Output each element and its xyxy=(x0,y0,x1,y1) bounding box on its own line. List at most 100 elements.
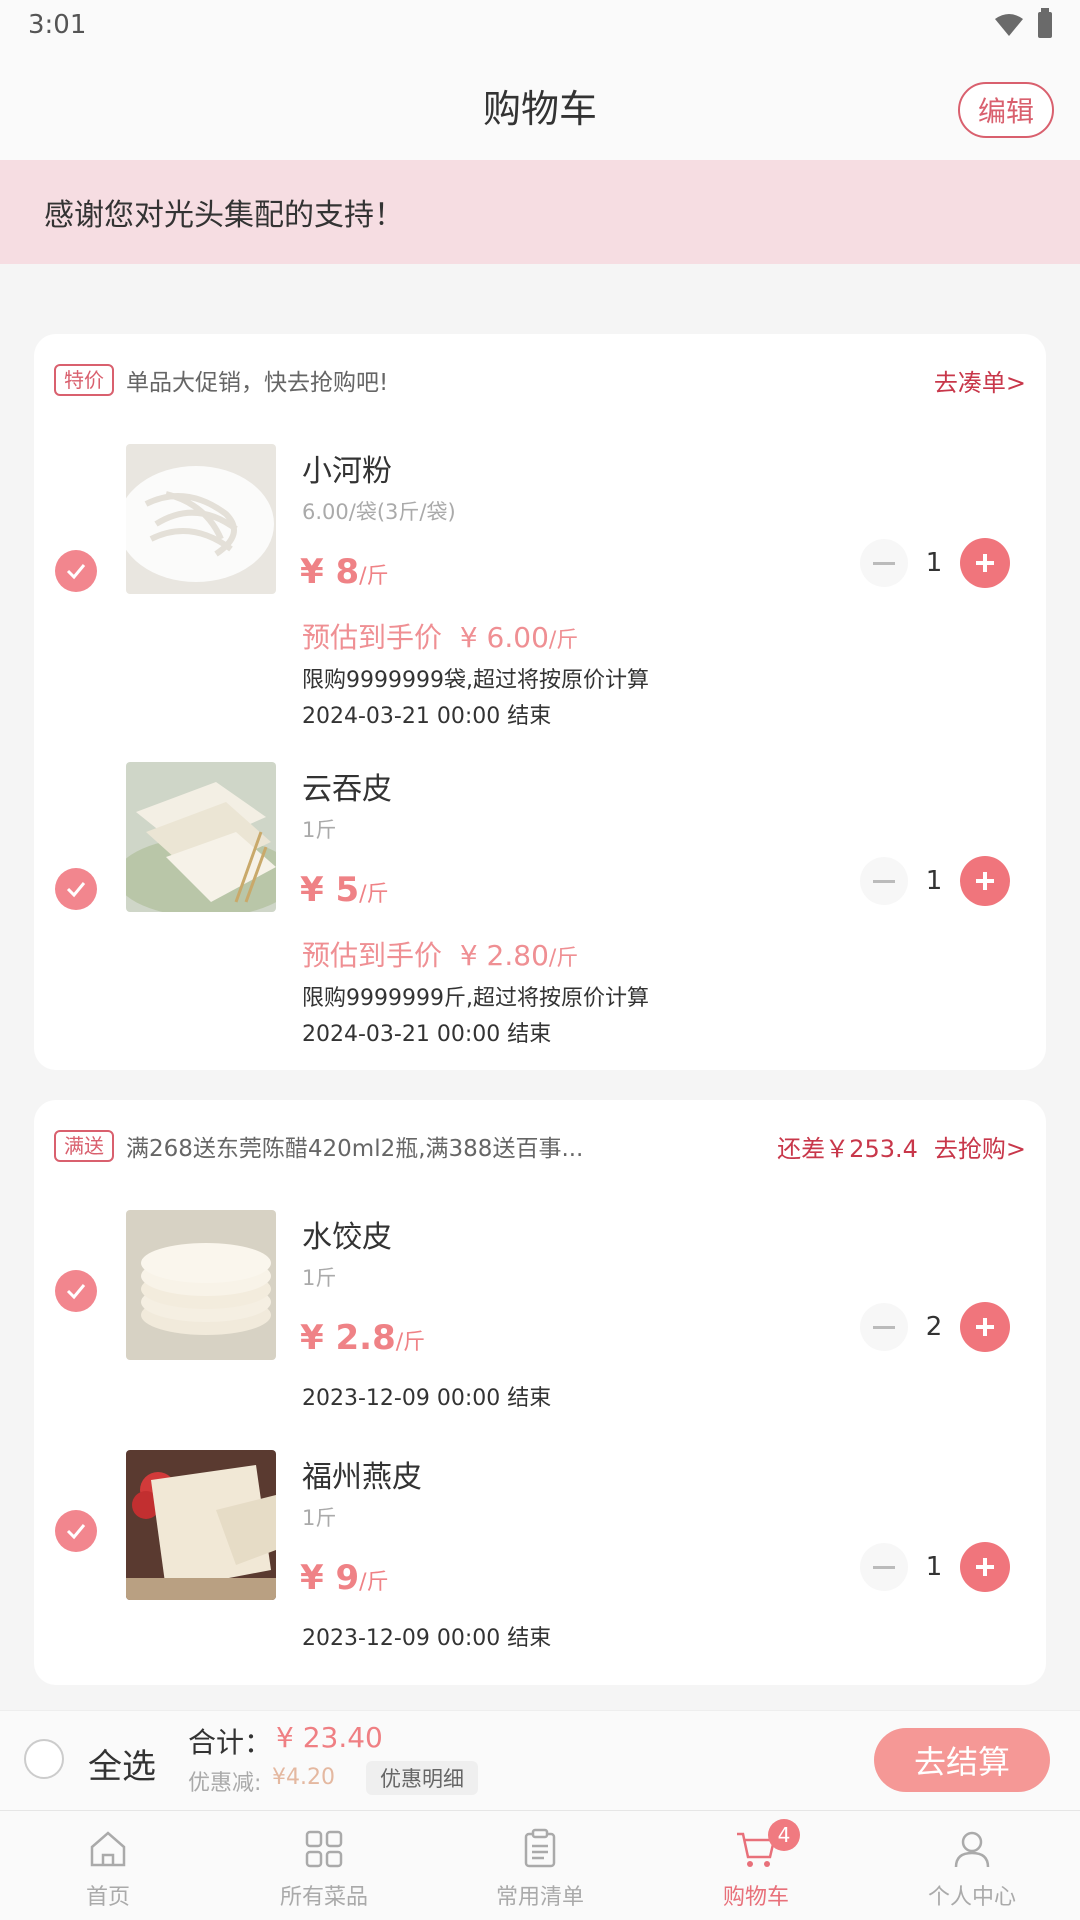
estimated-unit: /斤 xyxy=(548,628,579,653)
decrease-button[interactable] xyxy=(860,539,908,587)
select-all-checkbox[interactable] xyxy=(24,1739,64,1779)
quantity-stepper: 1 xyxy=(860,538,1010,588)
thanks-banner: 感谢您对光头集配的支持！ xyxy=(0,160,1080,264)
tab-home[interactable]: 首页 xyxy=(0,1811,216,1920)
tab-label: 购物车 xyxy=(722,1885,789,1910)
product-spec: 6.00/袋(3斤/袋) xyxy=(302,500,456,524)
increase-button[interactable] xyxy=(960,1302,1010,1352)
product-image[interactable] xyxy=(126,762,276,912)
cart-item: 福州燕皮 1斤 ¥ 9/斤 2023-12-09 00:00 结束 1 xyxy=(34,1450,1046,1670)
discount-value: ¥4.20 xyxy=(272,1765,335,1790)
promo-end-time: 2024-03-21 00:00 结束 xyxy=(302,704,552,729)
product-spec: 1斤 xyxy=(302,1266,337,1290)
check-icon xyxy=(66,882,86,898)
plus-icon xyxy=(976,1558,994,1576)
quantity-value: 1 xyxy=(925,548,943,578)
quantity-stepper: 1 xyxy=(860,856,1010,906)
product-name: 小河粉 xyxy=(302,454,392,489)
tab-all-dishes[interactable]: 所有菜品 xyxy=(216,1811,432,1920)
item-checkbox[interactable] xyxy=(55,868,97,910)
wifi-icon xyxy=(995,14,1023,36)
promo-end-time: 2023-12-09 00:00 结束 xyxy=(302,1386,552,1411)
promo-header: 特价 单品大促销，快去抢购吧! 去凑单> xyxy=(54,362,1026,398)
clipboard-icon xyxy=(524,1828,556,1868)
home-icon xyxy=(90,1831,126,1867)
total-value: ¥ 23.40 xyxy=(276,1721,383,1754)
user-icon xyxy=(954,1831,990,1868)
promo-remaining: 还差￥253.4 xyxy=(777,1134,918,1163)
increase-button[interactable] xyxy=(960,1542,1010,1592)
page-title: 购物车 xyxy=(482,86,597,131)
plus-icon xyxy=(976,872,994,890)
quantity-stepper: 2 xyxy=(860,1302,1010,1352)
plus-icon xyxy=(976,1318,994,1336)
total-label: 合计： xyxy=(188,1726,273,1759)
battery-icon xyxy=(1038,8,1052,38)
item-checkbox[interactable] xyxy=(55,550,97,592)
product-image[interactable] xyxy=(126,444,276,594)
estimated-value: ¥ 6.00 xyxy=(459,621,549,654)
purchase-limit: 限购9999999斤,超过将按原价计算 xyxy=(302,986,649,1011)
decrease-button[interactable] xyxy=(860,1543,908,1591)
cart-count-badge: 4 xyxy=(768,1819,800,1851)
plus-icon xyxy=(976,554,994,572)
promo-link[interactable]: 去抢购> xyxy=(934,1129,1026,1164)
price-unit: /斤 xyxy=(359,564,389,589)
item-checkbox[interactable] xyxy=(55,1510,97,1552)
price-value: ¥ 9 xyxy=(300,1558,360,1598)
increase-button[interactable] xyxy=(960,856,1010,906)
grid-icon xyxy=(305,1830,343,1868)
edit-button[interactable]: 编辑 xyxy=(957,82,1054,138)
quantity-value: 1 xyxy=(925,1552,943,1582)
price-unit: /斤 xyxy=(359,1570,389,1595)
tab-cart[interactable]: 4 购物车 xyxy=(648,1811,864,1920)
product-price: ¥ 5/斤 xyxy=(300,870,389,910)
cart-item: 云吞皮 1斤 ¥ 5/斤 预估到手价 ¥ 2.80/斤 限购9999999斤,超… xyxy=(34,762,1046,1062)
promo-end-time: 2023-12-09 00:00 结束 xyxy=(302,1626,552,1651)
product-spec: 1斤 xyxy=(302,818,337,842)
select-all-label[interactable]: 全选 xyxy=(88,1739,156,1788)
bottom-tab-bar: 首页 所有菜品 常用清单 4 购物车 个人中心 xyxy=(0,1810,1080,1920)
product-name: 福州燕皮 xyxy=(302,1460,422,1495)
estimated-unit: /斤 xyxy=(548,946,579,971)
tab-frequent-list[interactable]: 常用清单 xyxy=(432,1811,648,1920)
product-image[interactable] xyxy=(126,1210,276,1360)
tab-label: 首页 xyxy=(85,1885,130,1910)
estimated-price: 预估到手价 ¥ 6.00/斤 xyxy=(302,616,578,656)
price-value: ¥ 8 xyxy=(300,552,360,592)
status-time: 3:01 xyxy=(28,10,87,40)
estimated-label: 预估到手价 xyxy=(302,621,443,654)
promo-tag: 特价 xyxy=(54,364,114,396)
promo-group-card: 满送 满268送东莞陈醋420ml2瓶,满388送百事... 还差￥253.4 … xyxy=(34,1100,1046,1685)
quantity-value: 1 xyxy=(925,866,943,896)
discount-detail-button[interactable]: 优惠明细 xyxy=(366,1761,478,1795)
quantity-stepper: 1 xyxy=(860,1542,1010,1592)
promo-link[interactable]: 去凑单> xyxy=(934,363,1026,398)
checkout-button[interactable]: 去结算 xyxy=(874,1728,1050,1792)
price-value: ¥ 5 xyxy=(300,870,360,910)
promo-end-time: 2024-03-21 00:00 结束 xyxy=(302,1022,552,1047)
status-bar: 3:01 xyxy=(0,0,1080,50)
product-image[interactable] xyxy=(126,1450,276,1600)
status-icons xyxy=(994,8,1052,38)
decrease-button[interactable] xyxy=(860,1303,908,1351)
product-price: ¥ 9/斤 xyxy=(300,1558,389,1598)
price-value: ¥ 2.8 xyxy=(300,1318,396,1358)
item-checkbox[interactable] xyxy=(55,1270,97,1312)
check-icon xyxy=(66,564,86,580)
check-icon xyxy=(66,1524,86,1540)
tab-profile[interactable]: 个人中心 xyxy=(864,1811,1080,1920)
estimated-value: ¥ 2.80 xyxy=(459,939,549,972)
decrease-button[interactable] xyxy=(860,857,908,905)
product-name: 水饺皮 xyxy=(302,1220,392,1255)
discount-label: 优惠减: xyxy=(188,1771,262,1796)
tab-label: 常用清单 xyxy=(495,1885,584,1910)
page-header: 购物车 编辑 xyxy=(0,50,1080,160)
promo-text: 满268送东莞陈醋420ml2瓶,满388送百事... xyxy=(126,1136,584,1162)
estimated-label: 预估到手价 xyxy=(302,939,443,972)
promo-header: 满送 满268送东莞陈醋420ml2瓶,满388送百事... 还差￥253.4 … xyxy=(54,1128,1026,1164)
purchase-limit: 限购9999999袋,超过将按原价计算 xyxy=(302,668,649,693)
increase-button[interactable] xyxy=(960,538,1010,588)
product-price: ¥ 2.8/斤 xyxy=(300,1318,425,1358)
cart-item: 水饺皮 1斤 ¥ 2.8/斤 2023-12-09 00:00 结束 2 xyxy=(34,1210,1046,1430)
